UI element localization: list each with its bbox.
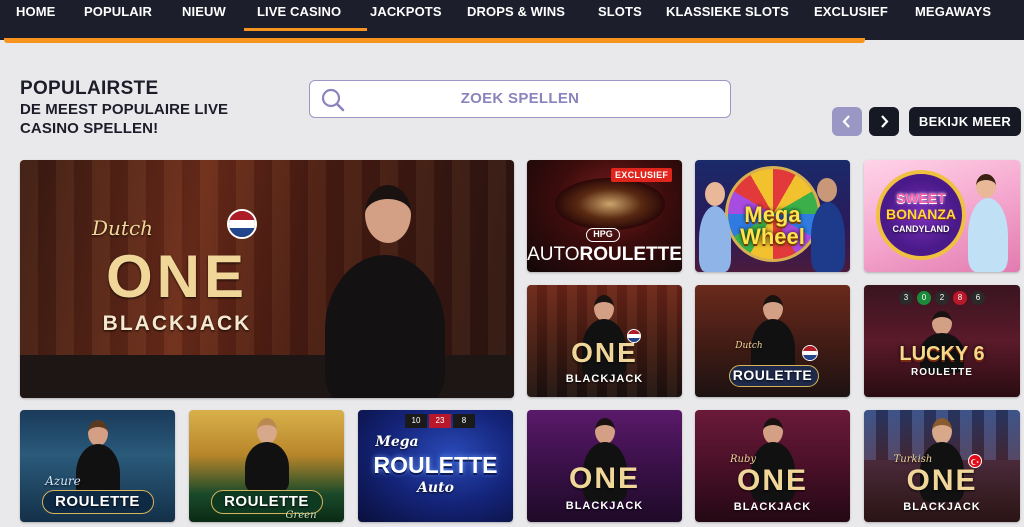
top-nav: HOME POPULAIR NIEUW LIVE CASINO JACKPOTS… xyxy=(0,0,1024,40)
dealer-head xyxy=(932,418,952,444)
number-cell: 8 xyxy=(453,414,475,428)
game-tile-mega-roulette-auto[interactable]: 10 23 8 Mega ROULETTE Auto xyxy=(358,410,513,522)
game-title-blackjack: BLACKJACK xyxy=(102,312,252,335)
game-script-auto: Auto xyxy=(417,480,454,496)
section-title: POPULAIRSTE xyxy=(20,78,159,99)
game-title-one: ONE xyxy=(568,462,640,495)
nav-accent-bar xyxy=(4,38,865,43)
game-title-blackjack: BLACKJACK xyxy=(565,373,644,385)
search-input[interactable]: ZOEK SPELLEN xyxy=(309,80,731,118)
dealer-head xyxy=(365,185,411,243)
hpg-logo: HPG xyxy=(586,228,620,242)
game-script-dutch: Dutch xyxy=(92,216,154,240)
nav-live-casino[interactable]: LIVE CASINO xyxy=(243,0,368,36)
title-part-roulette: ROULETTE xyxy=(579,244,682,265)
game-script-mega: Mega xyxy=(375,434,419,450)
game-title-wheel: Wheel xyxy=(740,224,805,249)
game-title-roulette: ROULETTE xyxy=(224,493,309,510)
game-title-blackjack: BLACKJACK xyxy=(733,501,812,513)
game-script-green: Green xyxy=(285,510,317,521)
number-ball: 0 xyxy=(917,291,931,305)
number-cell: 23 xyxy=(429,414,451,428)
game-title-sweet: SWEET xyxy=(896,190,946,206)
nav-megaways[interactable]: MEGAWAYS xyxy=(915,0,991,36)
game-tile-roulette-green[interactable]: ROULETTE Green xyxy=(189,410,344,522)
nav-slots[interactable]: SLOTS xyxy=(598,0,642,36)
game-title-one: ONE xyxy=(105,243,249,310)
netherlands-flag-icon xyxy=(802,345,818,361)
netherlands-flag-icon xyxy=(227,209,257,239)
dealer-figure xyxy=(245,442,289,492)
game-tile-mega-wheel[interactable]: Mega Wheel xyxy=(695,160,850,272)
game-tile-auto-roulette[interactable]: EXCLUSIEF HPG AUTOROULETTE xyxy=(527,160,682,272)
game-tile-azure-roulette[interactable]: Azure ROULETTE xyxy=(20,410,175,522)
roulette-wheel xyxy=(555,178,665,230)
title-part-auto: AUTO xyxy=(527,244,580,265)
host-figure xyxy=(968,198,1008,272)
number-ball: 3 xyxy=(899,291,913,305)
nav-jackpots[interactable]: JACKPOTS xyxy=(370,0,442,36)
netherlands-flag-icon xyxy=(627,329,641,343)
dealer-head xyxy=(88,420,108,446)
game-title-bonanza: BONANZA xyxy=(886,206,956,222)
number-cell: 10 xyxy=(405,414,427,428)
turkey-flag-icon xyxy=(968,454,982,468)
crescent-star-icon xyxy=(971,459,979,465)
game-tile-dutch-one-blackjack-2[interactable]: ONE BLACKJACK xyxy=(527,285,682,397)
game-tile-dutch-roulette[interactable]: Dutch ROULETTE xyxy=(695,285,850,397)
game-title-blackjack: BLACKJACK xyxy=(903,501,981,513)
exclusive-badge: EXCLUSIEF xyxy=(611,168,673,182)
host-right-head xyxy=(817,178,837,202)
game-title-candyland: CANDYLAND xyxy=(892,224,950,234)
chevron-left-icon xyxy=(842,115,850,128)
search-placeholder: ZOEK SPELLEN xyxy=(460,90,580,107)
chevron-right-icon xyxy=(881,115,889,128)
nav-exclusief[interactable]: EXCLUSIEF xyxy=(814,0,888,36)
game-title-roulette: ROULETTE xyxy=(911,367,973,378)
game-title-auto-roulette: AUTOROULETTE xyxy=(527,244,682,266)
winning-numbers: 3 0 2 8 6 xyxy=(874,291,1010,307)
nav-drops-wins[interactable]: DROPS & WINS xyxy=(467,0,565,36)
number-ball: 6 xyxy=(971,291,985,305)
see-more-button[interactable]: BEKIJK MEER xyxy=(909,107,1021,136)
dealer-figure xyxy=(325,255,445,398)
roulette-numbers: 10 23 8 xyxy=(398,414,482,428)
game-title-roulette: ROULETTE xyxy=(732,367,813,383)
dealer-head xyxy=(595,418,615,444)
game-title-blackjack: BLACKJACK xyxy=(565,500,644,512)
dealer-head xyxy=(594,295,614,321)
section-subtitle: DE MEEST POPULAIRE LIVE CASINO SPELLEN! xyxy=(20,101,229,137)
game-tile-turkish-one-blackjack[interactable]: Turkish ONE BLACKJACK xyxy=(864,410,1020,522)
game-title-one: ONE xyxy=(736,464,808,497)
game-title-lucky-6: LUCKY 6 xyxy=(899,343,985,365)
dealer-head xyxy=(257,418,277,444)
number-ball: 8 xyxy=(953,291,967,305)
game-tile-lucky-6-roulette[interactable]: 3 0 2 8 6 LUCKY 6 ROULETTE xyxy=(864,285,1020,397)
carousel-next-button[interactable] xyxy=(869,107,899,136)
game-script-azure: Azure xyxy=(45,474,81,488)
carousel-prev-button[interactable] xyxy=(832,107,862,136)
nav-nieuw[interactable]: NIEUW xyxy=(182,0,226,36)
host-head xyxy=(976,174,996,198)
game-tile-one-blackjack[interactable]: ONE BLACKJACK xyxy=(527,410,682,522)
number-ball: 2 xyxy=(935,291,949,305)
game-title-roulette: ROULETTE xyxy=(55,493,140,510)
game-title-one: ONE xyxy=(571,337,638,368)
game-tile-sweet-bonanza[interactable]: SWEET BONANZA CANDYLAND xyxy=(864,160,1020,272)
game-title-one: ONE xyxy=(906,464,978,497)
game-script-dutch: Dutch xyxy=(735,341,763,351)
dealer-head xyxy=(763,418,783,444)
game-title-roulette: ROULETTE xyxy=(373,452,498,478)
dealer-head xyxy=(763,295,783,321)
nav-populair[interactable]: POPULAIR xyxy=(84,0,152,36)
game-tile-dutch-one-blackjack[interactable]: Dutch ONE BLACKJACK xyxy=(20,160,514,398)
nav-home[interactable]: HOME xyxy=(16,0,55,36)
nav-klassieke-slots[interactable]: KLASSIEKE SLOTS xyxy=(666,0,789,36)
dealer-head xyxy=(932,311,952,335)
game-tile-ruby-one-blackjack[interactable]: Ruby ONE BLACKJACK xyxy=(695,410,850,522)
